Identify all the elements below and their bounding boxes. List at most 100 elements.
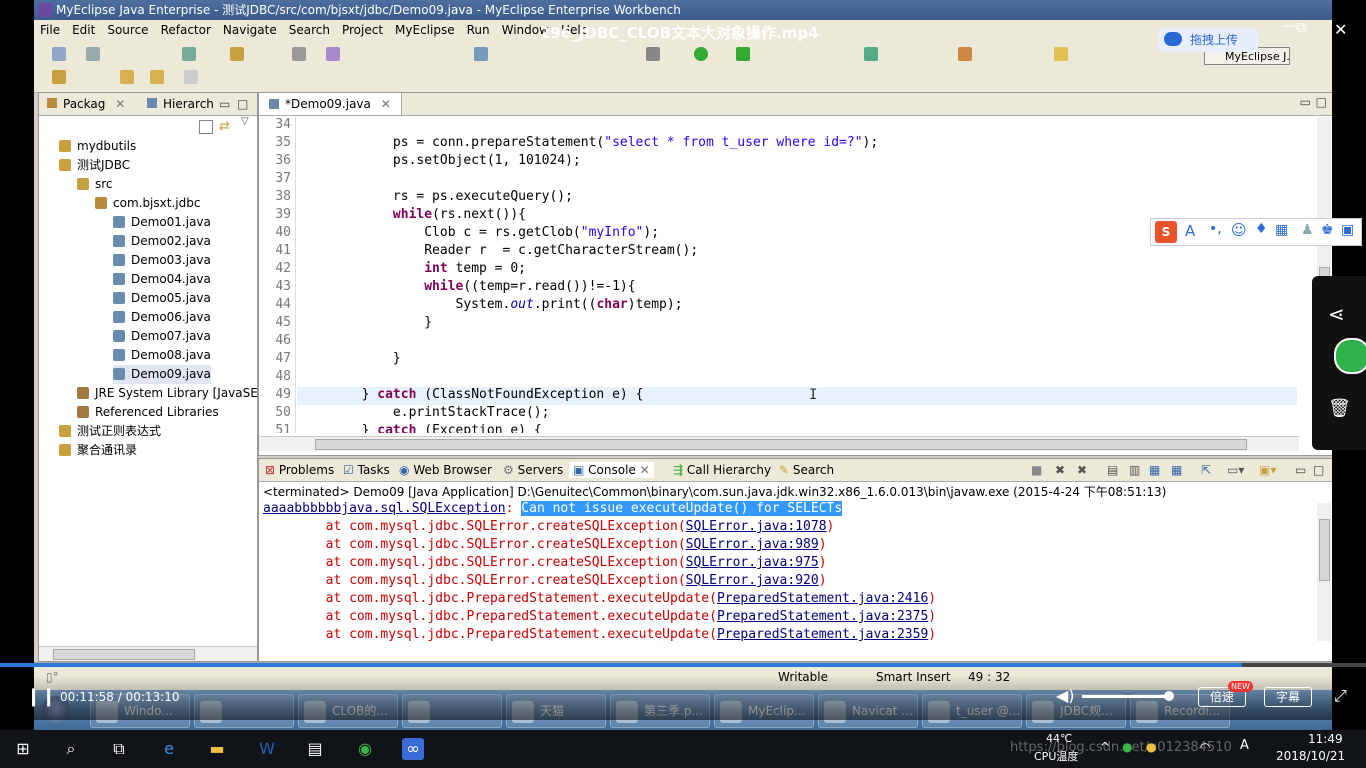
pin-console-icon[interactable]: ▦	[1149, 462, 1160, 478]
menu-refactor[interactable]: Refactor	[155, 20, 217, 40]
wifi-icon[interactable]: ◠	[1200, 740, 1210, 754]
editor-minimize-icon[interactable]: ▭	[1300, 95, 1311, 109]
tree-item[interactable]: Demo06.java	[113, 308, 211, 327]
stack-trace-link[interactable]: SQLError.java:920	[686, 573, 819, 588]
remove-launch-icon[interactable]: ✖	[1055, 462, 1065, 478]
terminate-icon[interactable]: ■	[1031, 462, 1042, 478]
tree-item[interactable]: Demo04.java	[113, 270, 211, 289]
share-icon[interactable]: ⋖	[1328, 302, 1345, 326]
fullscreen-icon[interactable]: ⤢	[1334, 686, 1347, 706]
new-icon[interactable]	[52, 47, 66, 61]
new-console-icon[interactable]: ▣▾	[1259, 462, 1276, 478]
tab-console[interactable]: ▣ Console ✕	[569, 462, 654, 478]
save-icon[interactable]	[86, 47, 100, 61]
baidu-player-icon[interactable]: ∞	[402, 738, 424, 760]
refresh-icon[interactable]	[864, 47, 878, 61]
tab-problems[interactable]: ⊠ Problems	[265, 462, 334, 478]
upload-button[interactable]: 拖拽上传	[1158, 28, 1258, 52]
tab-search[interactable]: ✎ Search	[779, 462, 834, 478]
user-icon[interactable]: ♟	[1301, 222, 1314, 238]
tab-tasks[interactable]: ☑ Tasks	[343, 462, 390, 478]
stack-trace-link[interactable]: PreparedStatement.java:2416	[717, 591, 928, 606]
volume-icon[interactable]: ◀)	[1056, 686, 1075, 705]
tab-call-hierarchy[interactable]: ⇶ Call Hierarchy	[673, 462, 771, 478]
open-console-icon[interactable]: ⇱	[1201, 462, 1211, 478]
minimize-icon[interactable]: ▭	[219, 96, 230, 112]
player-minimize-icon[interactable]: —	[1282, 18, 1296, 34]
edge-icon[interactable]: e	[158, 738, 180, 760]
link-editor-icon[interactable]: ⇄	[219, 119, 230, 134]
stack-trace-link[interactable]: PreparedStatement.java:2375	[717, 609, 928, 624]
editor-hscrollbar[interactable]	[259, 436, 1299, 451]
stack-trace-link[interactable]: SQLError.java:989	[686, 537, 819, 552]
maximize-icon[interactable]: □	[237, 96, 248, 112]
word-icon[interactable]: W	[256, 738, 278, 760]
tree-hscrollbar[interactable]	[39, 646, 257, 661]
tree-item[interactable]: src	[77, 175, 113, 194]
tree-item[interactable]: 测试JDBC	[59, 156, 130, 175]
tree-item[interactable]: com.bjsxt.jdbc	[95, 194, 200, 213]
pause-icon[interactable]: ❙❙	[26, 686, 56, 707]
task-view-icon[interactable]: ⧉	[108, 738, 130, 760]
video-progress-bar[interactable]	[0, 663, 1366, 667]
server-icon[interactable]	[182, 47, 196, 61]
player-close-icon[interactable]: ✕	[1334, 20, 1347, 39]
tree-item[interactable]: Demo01.java	[113, 213, 211, 232]
tab-demo09[interactable]: *Demo09.java ✕	[259, 93, 402, 115]
tab-hierarchy[interactable]: Hierarch	[147, 96, 214, 112]
browser-360-icon[interactable]: ◉	[354, 738, 376, 760]
view-menu-icon[interactable]: ▽	[241, 116, 249, 127]
tree-item[interactable]: mydbutils	[59, 137, 136, 156]
tree-item[interactable]: JRE System Library [JavaSE-	[77, 384, 262, 403]
stack-trace-link[interactable]: PreparedStatement.java:2359	[717, 627, 928, 642]
start-icon[interactable]: ⊞	[12, 738, 34, 760]
tree-item[interactable]: Demo08.java	[113, 346, 211, 365]
microphone-icon[interactable]: ♦	[1255, 221, 1268, 237]
tree-item[interactable]: Demo03.java	[113, 251, 211, 270]
trash-icon[interactable]: 🗑	[1328, 398, 1351, 419]
tab-package-explorer[interactable]: Packag ✕	[47, 96, 125, 112]
tray-360-icon[interactable]: ●	[1122, 740, 1132, 754]
sogou-logo-icon[interactable]: S	[1155, 221, 1177, 243]
tree-item[interactable]: Demo02.java	[113, 232, 211, 251]
editor-maximize-icon[interactable]: □	[1316, 95, 1327, 109]
annotation-icon[interactable]	[52, 70, 66, 84]
console-maximize-icon[interactable]: □	[1313, 462, 1324, 478]
chinese-mode-icon[interactable]: A	[1185, 222, 1195, 240]
console-menu-icon[interactable]: ▭▾	[1227, 462, 1244, 478]
tree-item[interactable]: Referenced Libraries	[77, 403, 219, 422]
store-icon[interactable]: ▤	[304, 738, 326, 760]
menu-file[interactable]: File	[34, 20, 66, 40]
skin-icon[interactable]: ♚	[1321, 222, 1334, 238]
scroll-lock-icon[interactable]: ▥	[1129, 462, 1140, 478]
volume-slider[interactable]	[1082, 691, 1174, 701]
tab-servers[interactable]: ⚙ Servers	[503, 462, 563, 478]
open-type-icon[interactable]	[958, 47, 972, 61]
web-icon[interactable]	[292, 47, 306, 61]
toolbox-icon[interactable]: ▣	[1341, 222, 1354, 238]
code-area[interactable]: 34 35 ps = conn.prepareStatement("select …	[259, 117, 1299, 433]
tray-qq-icon[interactable]: ●	[1146, 740, 1156, 754]
menu-search[interactable]: Search	[283, 20, 336, 40]
menu-project[interactable]: Project	[336, 20, 389, 40]
stack-trace-link[interactable]: SQLError.java:1078	[686, 519, 827, 534]
run-config-icon[interactable]	[736, 47, 750, 61]
tree-item[interactable]: Demo09.java	[113, 365, 211, 384]
deploy-icon[interactable]	[230, 47, 244, 61]
player-restore-icon[interactable]: ⧉	[1296, 20, 1306, 36]
run-icon[interactable]	[694, 47, 708, 61]
file-explorer-icon[interactable]: ▬	[206, 738, 228, 760]
display-console-icon[interactable]: ▦	[1171, 462, 1182, 478]
ime-icon[interactable]: A	[1240, 738, 1249, 753]
forward-icon[interactable]	[184, 70, 198, 84]
collapse-all-icon[interactable]	[199, 120, 213, 134]
menu-myeclipse[interactable]: MyEclipse	[389, 20, 461, 40]
subtitle-button[interactable]: 字幕	[1264, 687, 1312, 707]
tray-up-icon[interactable]: ^	[1100, 740, 1110, 754]
console-vscrollbar[interactable]	[1317, 503, 1331, 641]
console-minimize-icon[interactable]: ▭	[1295, 462, 1306, 478]
badge-icon[interactable]	[1334, 338, 1366, 374]
search-icon[interactable]: ⌕	[60, 738, 82, 760]
browser-icon[interactable]	[474, 47, 488, 61]
toggle-mark-icon[interactable]	[1054, 47, 1068, 61]
